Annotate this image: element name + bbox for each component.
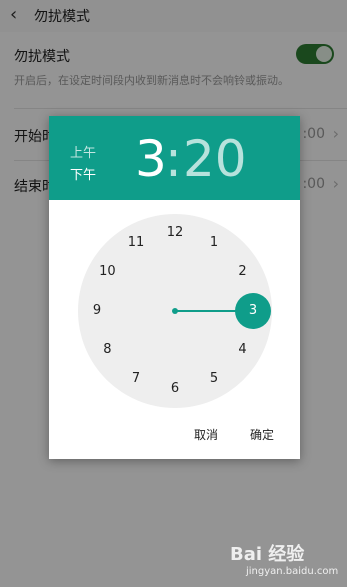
minute-display[interactable]: 20 [183, 129, 247, 189]
time-separator: : [165, 130, 182, 188]
time-picker-header: 上午 下午 3 : 20 [49, 116, 300, 200]
ok-button[interactable]: 确定 [250, 426, 274, 443]
clock-number[interactable]: 6 [163, 379, 187, 399]
time-picker-dialog: 上午 下午 3 : 20 12 1 2 3 4 5 6 7 8 9 10 11 取消 确定 [49, 116, 300, 459]
cancel-button[interactable]: 取消 [194, 426, 218, 443]
clock-number-selected[interactable]: 3 [235, 293, 271, 329]
clock-number[interactable]: 10 [95, 262, 119, 282]
hour-display[interactable]: 3 [135, 129, 167, 189]
clock-number[interactable]: 12 [163, 223, 187, 243]
clock-number[interactable]: 5 [202, 369, 226, 389]
clock-number[interactable]: 1 [202, 233, 226, 253]
clock-number[interactable]: 8 [95, 340, 119, 360]
clock-number[interactable]: 11 [124, 233, 148, 253]
clock-number[interactable]: 7 [124, 369, 148, 389]
clock-dial[interactable]: 12 1 2 3 4 5 6 7 8 9 10 11 [78, 214, 272, 408]
am-toggle[interactable]: 上午 [70, 142, 96, 161]
clock-center-dot [172, 308, 178, 314]
clock-number[interactable]: 9 [85, 301, 109, 321]
clock-number[interactable]: 2 [231, 262, 255, 282]
pm-toggle[interactable]: 下午 [70, 164, 96, 183]
clock-number[interactable]: 4 [231, 340, 255, 360]
dialog-actions: 取消 确定 [49, 426, 300, 450]
watermark-url: jingyan.baidu.com [246, 566, 339, 577]
watermark-logo: Bai 经验 [230, 544, 305, 565]
